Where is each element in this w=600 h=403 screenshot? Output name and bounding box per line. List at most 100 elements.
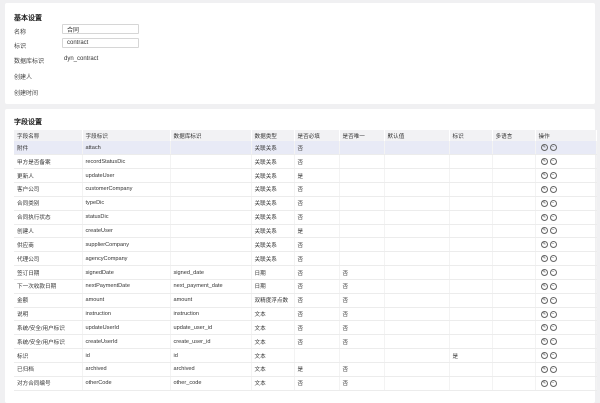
- row-actions: ✎ −: [539, 158, 557, 166]
- delete-icon[interactable]: −: [549, 241, 557, 249]
- row-actions: ✎ −: [539, 172, 557, 180]
- cell-multilingual: [492, 224, 536, 239]
- edit-icon[interactable]: ✎: [540, 185, 548, 193]
- identifier-input[interactable]: [62, 38, 139, 48]
- table-row[interactable]: 附件 attach 关联关系否 ✎ −: [14, 141, 597, 156]
- cell-field-identifier: updateUserId: [82, 320, 171, 336]
- edit-icon[interactable]: ✎: [540, 310, 548, 318]
- table-row[interactable]: 对方合同编号 otherCode other_code 文本否否 ✎ −: [14, 376, 597, 391]
- cell-data-type: 关联关系: [251, 237, 295, 253]
- delete-icon[interactable]: −: [549, 144, 557, 152]
- delete-icon[interactable]: −: [549, 269, 557, 277]
- delete-icon[interactable]: −: [549, 213, 557, 221]
- table-row[interactable]: 合同执行状态 statusDic 关联关系否 ✎ −: [14, 210, 597, 225]
- table-row[interactable]: 说明 instruction instruction 文本否否 ✎ −: [14, 307, 597, 322]
- delete-icon[interactable]: −: [549, 185, 557, 193]
- table-row[interactable]: 已归档 archived archived 文本是否 ✎ −: [14, 362, 597, 377]
- edit-icon[interactable]: ✎: [540, 144, 548, 152]
- delete-icon[interactable]: −: [549, 255, 557, 263]
- cell-required: 否: [294, 334, 340, 350]
- cell-required: 否: [294, 265, 340, 280]
- edit-icon[interactable]: ✎: [540, 241, 548, 249]
- table-row[interactable]: 金额 amount amount 双精度浮点数否否 ✎ −: [14, 293, 597, 308]
- table-row[interactable]: 创建人 createUser 关联关系是 ✎ −: [14, 224, 597, 239]
- delete-icon[interactable]: −: [549, 365, 557, 373]
- cell-unique: [339, 251, 385, 267]
- cell-field-identifier: createUserId: [82, 334, 171, 350]
- table-row[interactable]: 签订日期 signedDate signed_date 日期否否 ✎ −: [14, 265, 597, 280]
- identifier-label: 标识: [14, 44, 27, 50]
- db-identifier-value: dyn_contract: [64, 56, 99, 62]
- cell-actions: ✎ −: [535, 376, 597, 391]
- cell-field-name: 下一次收款日期: [14, 279, 83, 294]
- table-header-row: 字段名称 字段标识 数据库标识 数据类型 是否必填 是否唯一 默认值 标识 多语…: [14, 130, 597, 141]
- edit-icon[interactable]: ✎: [540, 255, 548, 263]
- row-actions: ✎ −: [539, 241, 557, 249]
- table-row[interactable]: 系统/安全/用户标识 createUserId create_user_id 文本否否…: [14, 334, 597, 350]
- cell-actions: ✎ −: [535, 154, 597, 170]
- name-input[interactable]: [62, 24, 139, 34]
- delete-icon[interactable]: −: [549, 227, 557, 235]
- cell-unique: 否: [339, 293, 385, 308]
- row-actions: ✎ −: [539, 185, 557, 193]
- table-row[interactable]: 系统/安全/用户标识 updateUserId update_user_id 文本否否…: [14, 320, 597, 336]
- edit-icon[interactable]: ✎: [540, 352, 548, 360]
- edit-icon[interactable]: ✎: [540, 296, 548, 304]
- row-actions: ✎ −: [539, 310, 557, 318]
- cell-field-name: 客户公司: [14, 182, 83, 197]
- cell-default-value: [384, 362, 450, 377]
- cell-field-identifier: instruction: [82, 307, 171, 322]
- edit-icon[interactable]: ✎: [540, 172, 548, 180]
- cell-default-value: [384, 348, 450, 363]
- edit-icon[interactable]: ✎: [540, 227, 548, 235]
- cell-default-value: [384, 376, 450, 391]
- table-row[interactable]: 客户公司 customerCompany 关联关系否 ✎ −: [14, 182, 597, 197]
- table-row[interactable]: 甲方是否备案 recordStatusDic 关联关系否 ✎ −: [14, 154, 597, 170]
- cell-field-identifier: amount: [82, 293, 171, 308]
- cell-field-name: 代理公司: [14, 251, 83, 267]
- cell-field-name: 金额: [14, 293, 83, 308]
- table-row[interactable]: 合同类别 typeDic 关联关系否 ✎ −: [14, 196, 597, 211]
- cell-default-value: [384, 154, 450, 170]
- table-row[interactable]: 供应商 supplierCompany 关联关系否 ✎ −: [14, 237, 597, 253]
- delete-icon[interactable]: −: [549, 158, 557, 166]
- cell-db-identifier: [170, 141, 252, 156]
- edit-icon[interactable]: ✎: [540, 199, 548, 207]
- cell-data-type: 文本: [251, 334, 295, 350]
- edit-icon[interactable]: ✎: [540, 365, 548, 373]
- edit-icon[interactable]: ✎: [540, 269, 548, 277]
- cell-unique: [339, 141, 385, 156]
- delete-icon[interactable]: −: [549, 282, 557, 290]
- table-row[interactable]: 标识 id id 文本是 ✎ −: [14, 348, 597, 363]
- delete-icon[interactable]: −: [549, 199, 557, 207]
- table-row[interactable]: 代理公司 agencyCompany 关联关系否 ✎ −: [14, 251, 597, 267]
- delete-icon[interactable]: −: [549, 379, 557, 387]
- table-row[interactable]: 下一次收款日期 nextPaymentDate next_payment_date 日…: [14, 279, 597, 294]
- cell-required: 否: [294, 307, 340, 322]
- cell-unique: 否: [339, 279, 385, 294]
- header-unique: 是否唯一: [339, 130, 385, 141]
- header-data-type: 数据类型: [251, 130, 295, 141]
- cell-required: 否: [294, 210, 340, 225]
- edit-icon[interactable]: ✎: [540, 338, 548, 346]
- edit-icon[interactable]: ✎: [540, 282, 548, 290]
- cell-required: 否: [294, 279, 340, 294]
- delete-icon[interactable]: −: [549, 324, 557, 332]
- header-db-identifier: 数据库标识: [170, 130, 252, 141]
- edit-icon[interactable]: ✎: [540, 324, 548, 332]
- cell-multilingual: [492, 334, 536, 350]
- cell-multilingual: [492, 265, 536, 280]
- edit-icon[interactable]: ✎: [540, 379, 548, 387]
- cell-required: 否: [294, 141, 340, 156]
- edit-icon[interactable]: ✎: [540, 213, 548, 221]
- delete-icon[interactable]: −: [549, 352, 557, 360]
- table-row[interactable]: 更新人 updateUser 关联关系是 ✎ −: [14, 168, 597, 184]
- delete-icon[interactable]: −: [549, 310, 557, 318]
- delete-icon[interactable]: −: [549, 296, 557, 304]
- cell-multilingual: [492, 376, 536, 391]
- delete-icon[interactable]: −: [549, 338, 557, 346]
- created-time-label: 创建时间: [14, 91, 39, 97]
- edit-icon[interactable]: ✎: [540, 158, 548, 166]
- cell-required: 否: [294, 293, 340, 308]
- delete-icon[interactable]: −: [549, 172, 557, 180]
